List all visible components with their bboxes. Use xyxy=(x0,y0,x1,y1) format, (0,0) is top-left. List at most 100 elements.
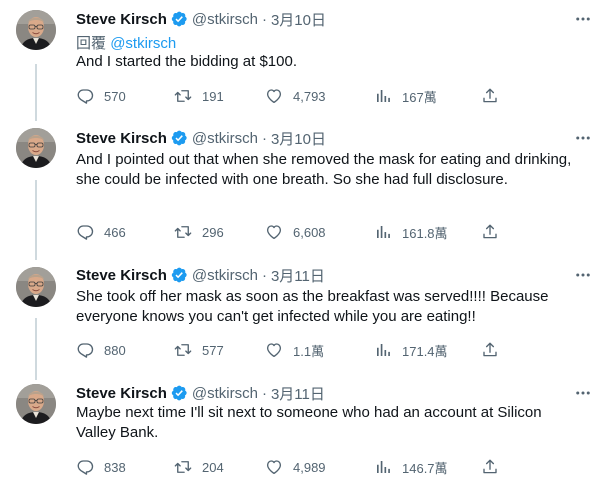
tweet-text: She took off her mask as soon as the bre… xyxy=(76,288,549,325)
tweet-date[interactable]: 3月10日 xyxy=(271,128,326,149)
views-button[interactable]: 167萬 xyxy=(374,86,437,106)
retweet-icon xyxy=(174,341,192,359)
retweet-count: 204 xyxy=(202,459,224,475)
reply-count: 880 xyxy=(104,342,126,358)
reply-icon xyxy=(76,87,94,105)
like-count: 1.1萬 xyxy=(293,343,325,359)
reply-icon xyxy=(76,341,94,359)
tweet-date[interactable]: 3月11日 xyxy=(271,265,325,286)
tweet-actions: 880 577 1.1萬 171.4萬 xyxy=(76,340,506,360)
reply-button[interactable]: 880 xyxy=(76,340,126,360)
author-name[interactable]: Steve Kirsch xyxy=(76,11,167,28)
share-button[interactable] xyxy=(481,457,499,477)
tweet-text: And I started the bidding at $100. xyxy=(76,53,297,70)
like-button[interactable]: 4,989 xyxy=(265,457,326,477)
share-icon xyxy=(481,341,499,359)
retweet-count: 191 xyxy=(202,88,224,104)
like-count: 4,793 xyxy=(293,88,326,104)
author-handle[interactable]: @stkirsch xyxy=(192,267,258,284)
author-name[interactable]: Steve Kirsch xyxy=(76,130,167,147)
replying-to-handle[interactable]: @stkirsch xyxy=(110,35,176,52)
retweet-button[interactable]: 204 xyxy=(174,457,224,477)
retweet-count: 577 xyxy=(202,342,224,358)
retweet-count: 296 xyxy=(202,224,224,240)
reply-button[interactable]: 466 xyxy=(76,222,126,242)
reply-icon xyxy=(76,458,94,476)
heart-icon xyxy=(265,87,283,105)
tweet-header: Steve Kirsch @stkirsch · 3月11日 xyxy=(76,383,325,403)
tweet-actions: 466 296 6,608 161.8萬 xyxy=(76,222,506,242)
tweet[interactable]: Steve Kirsch @stkirsch · 3月11日 She took … xyxy=(0,258,611,376)
like-button[interactable]: 1.1萬 xyxy=(265,340,324,360)
author-handle[interactable]: @stkirsch xyxy=(192,385,258,402)
more-icon[interactable] xyxy=(573,265,593,285)
author-handle[interactable]: @stkirsch xyxy=(192,130,258,147)
retweet-button[interactable]: 191 xyxy=(174,86,224,106)
like-count: 4,989 xyxy=(293,459,326,475)
avatar[interactable] xyxy=(16,267,56,307)
reply-icon xyxy=(76,223,94,241)
separator: · xyxy=(261,266,267,284)
heart-icon xyxy=(265,341,283,359)
view-count: 167萬 xyxy=(402,89,437,105)
retweet-button[interactable]: 296 xyxy=(174,222,224,242)
views-button[interactable]: 171.4萬 xyxy=(374,340,448,360)
verified-badge-icon xyxy=(170,384,188,402)
verified-badge-icon xyxy=(170,129,188,147)
like-button[interactable]: 6,608 xyxy=(265,222,326,242)
views-chart-icon xyxy=(374,223,392,241)
avatar[interactable] xyxy=(16,384,56,424)
view-count: 146.7萬 xyxy=(402,460,448,476)
view-count: 171.4萬 xyxy=(402,343,448,359)
views-chart-icon xyxy=(374,87,392,105)
tweet[interactable]: Steve Kirsch @stkirsch · 3月11日 Maybe nex… xyxy=(0,376,611,489)
replying-to: 回覆 @stkirsch xyxy=(76,32,176,53)
tweet[interactable]: Steve Kirsch @stkirsch · 3月10日 回覆 @stkir… xyxy=(0,0,611,120)
tweet-text: And I pointed out that when she removed … xyxy=(76,151,572,188)
retweet-button[interactable]: 577 xyxy=(174,340,224,360)
tweet-actions: 570 191 4,793 167萬 xyxy=(76,86,506,106)
tweet-actions: 838 204 4,989 146.7萬 xyxy=(76,457,506,477)
separator: · xyxy=(261,384,267,402)
author-handle[interactable]: @stkirsch xyxy=(192,11,258,28)
more-icon[interactable] xyxy=(573,128,593,148)
share-icon xyxy=(481,87,499,105)
tweet-header: Steve Kirsch @stkirsch · 3月10日 xyxy=(76,128,326,148)
views-chart-icon xyxy=(374,458,392,476)
retweet-icon xyxy=(174,223,192,241)
author-name[interactable]: Steve Kirsch xyxy=(76,267,167,284)
verified-badge-icon xyxy=(170,10,188,28)
reply-button[interactable]: 570 xyxy=(76,86,126,106)
reply-count: 838 xyxy=(104,459,126,475)
tweet-date[interactable]: 3月10日 xyxy=(271,9,326,30)
view-count: 161.8萬 xyxy=(402,225,448,241)
share-icon xyxy=(481,223,499,241)
more-icon[interactable] xyxy=(573,9,593,29)
more-icon[interactable] xyxy=(573,383,593,403)
replying-label: 回覆 xyxy=(76,35,107,52)
like-count: 6,608 xyxy=(293,224,326,240)
author-name[interactable]: Steve Kirsch xyxy=(76,385,167,402)
tweet[interactable]: Steve Kirsch @stkirsch · 3月10日 And I poi… xyxy=(0,120,611,258)
heart-icon xyxy=(265,223,283,241)
share-button[interactable] xyxy=(481,86,499,106)
share-button[interactable] xyxy=(481,222,499,242)
like-button[interactable]: 4,793 xyxy=(265,86,326,106)
avatar[interactable] xyxy=(16,10,56,50)
avatar[interactable] xyxy=(16,128,56,168)
tweet-date[interactable]: 3月11日 xyxy=(271,383,325,404)
separator: · xyxy=(261,10,267,28)
retweet-icon xyxy=(174,458,192,476)
reply-count: 466 xyxy=(104,224,126,240)
reply-button[interactable]: 838 xyxy=(76,457,126,477)
share-button[interactable] xyxy=(481,340,499,360)
views-chart-icon xyxy=(374,341,392,359)
retweet-icon xyxy=(174,87,192,105)
tweet-header: Steve Kirsch @stkirsch · 3月11日 xyxy=(76,265,325,285)
share-icon xyxy=(481,458,499,476)
verified-badge-icon xyxy=(170,266,188,284)
views-button[interactable]: 146.7萬 xyxy=(374,457,448,477)
views-button[interactable]: 161.8萬 xyxy=(374,222,448,242)
tweet-text: Maybe next time I'll sit next to someone… xyxy=(76,404,542,441)
tweet-header: Steve Kirsch @stkirsch · 3月10日 xyxy=(76,9,326,29)
